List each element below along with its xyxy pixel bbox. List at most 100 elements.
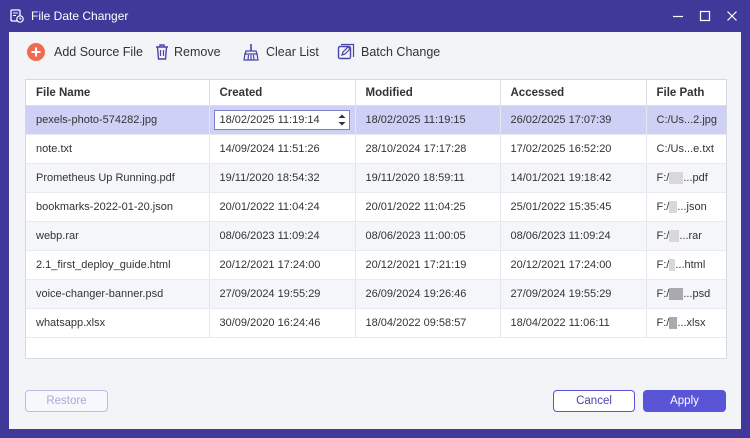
accessed-cell: 08/06/2023 11:09:24 (500, 221, 647, 251)
file-path-suffix: ...html (675, 258, 706, 271)
created-date-input[interactable]: 18/02/2025 11:19:14 (220, 114, 320, 126)
file-path-suffix: ...json (677, 200, 707, 213)
table-row[interactable]: voice-changer-banner.psd 27/09/2024 19:5… (26, 279, 726, 309)
file-path-prefix: F:/ (656, 229, 670, 242)
table-header-row: File Name Created Modified Accessed File… (26, 80, 726, 106)
column-header-accessed[interactable]: Accessed (500, 80, 647, 106)
clear-list-button[interactable]: Clear List (242, 41, 319, 63)
file-path-prefix: F:/ (656, 287, 670, 300)
created-cell: 20/12/2021 17:24:00 (209, 250, 356, 280)
file-name-cell: pexels-photo-574282.jpg (26, 105, 210, 135)
file-path-cell: F:/ ...json (646, 192, 726, 222)
table-row[interactable]: webp.rar 08/06/2023 11:09:24 08/06/2023 … (26, 221, 726, 251)
redacted-path (669, 230, 680, 243)
minimize-button[interactable] (665, 4, 691, 28)
restore-label: Restore (46, 395, 87, 407)
table-row[interactable]: bookmarks-2022-01-20.json 20/01/2022 11:… (26, 192, 726, 222)
file-path-prefix: F:/ (656, 200, 670, 213)
app-icon (10, 9, 24, 23)
column-header-created[interactable]: Created (209, 80, 356, 106)
spin-arrows-icon[interactable] (337, 112, 347, 128)
table-row[interactable]: whatsapp.xlsx 30/09/2020 16:24:46 18/04/… (26, 308, 726, 338)
accessed-cell: 20/12/2021 17:24:00 (500, 250, 647, 280)
created-cell: 14/09/2024 11:51:26 (209, 134, 356, 164)
modified-cell: 20/01/2022 11:04:25 (355, 192, 501, 222)
apply-button[interactable]: Apply (643, 390, 726, 412)
apply-label: Apply (670, 395, 699, 407)
table-row[interactable]: pexels-photo-574282.jpg 18/02/2025 11:19… (26, 105, 726, 135)
minimize-icon (673, 15, 683, 18)
file-path-cell: F:/ ...psd (646, 279, 726, 309)
file-path-suffix: ...psd (683, 287, 711, 300)
table-row[interactable]: 2.1_first_deploy_guide.html 20/12/2021 1… (26, 250, 726, 280)
file-date-changer-window: File Date Changer Add Source File Remove… (0, 0, 750, 438)
created-cell: 27/09/2024 19:55:29 (209, 279, 356, 309)
add-circle-icon (27, 43, 45, 61)
file-path-text: C:/Us...e.txt (656, 143, 714, 155)
remove-label: Remove (174, 45, 221, 59)
file-path-prefix: F:/ (656, 258, 670, 271)
file-path-cell: C:/Us...e.txt (646, 134, 726, 164)
file-path-cell: F:/ ...pdf (646, 163, 726, 193)
restore-button[interactable]: Restore (25, 390, 108, 412)
client-area: Add Source File Remove Clear List Batch … (9, 32, 741, 429)
file-name-cell: webp.rar (26, 221, 210, 251)
accessed-cell: 27/09/2024 19:55:29 (500, 279, 647, 309)
maximize-button[interactable] (692, 4, 718, 28)
column-header-file-name[interactable]: File Name (26, 80, 210, 106)
file-path-prefix: F:/ (656, 171, 670, 184)
accessed-cell: 14/01/2021 19:18:42 (500, 163, 647, 193)
file-path-suffix: ...pdf (683, 171, 708, 184)
cancel-label: Cancel (576, 395, 612, 407)
modified-cell: 28/10/2024 17:17:28 (355, 134, 501, 164)
file-path-text: C:/Us...2.jpg (656, 114, 718, 126)
redacted-path (669, 288, 684, 301)
column-header-file-path[interactable]: File Path (646, 80, 726, 106)
file-name-cell: Prometheus Up Running.pdf (26, 163, 210, 193)
file-path-cell: F:/ ...xlsx (646, 308, 726, 338)
file-path-prefix: F:/ (656, 316, 670, 329)
file-path-suffix: ...xlsx (677, 316, 706, 329)
table-row[interactable]: note.txt 14/09/2024 11:51:26 28/10/2024 … (26, 134, 726, 164)
file-name-cell: bookmarks-2022-01-20.json (26, 192, 210, 222)
batch-edit-icon (337, 43, 355, 60)
created-cell: 08/06/2023 11:09:24 (209, 221, 356, 251)
trash-icon (156, 44, 168, 60)
modified-cell: 26/09/2024 19:26:46 (355, 279, 501, 309)
accessed-cell: 17/02/2025 16:52:20 (500, 134, 647, 164)
created-cell: 19/11/2020 18:54:32 (209, 163, 356, 193)
modified-cell: 19/11/2020 18:59:11 (355, 163, 501, 193)
file-name-cell: note.txt (26, 134, 210, 164)
created-date-editor[interactable]: 18/02/2025 11:19:14 (213, 110, 350, 130)
file-table: File Name Created Modified Accessed File… (25, 79, 727, 359)
cancel-button[interactable]: Cancel (553, 390, 635, 412)
accessed-cell: 25/01/2022 15:35:45 (500, 192, 647, 222)
maximize-icon (699, 10, 711, 22)
modified-cell: 18/04/2022 09:58:57 (355, 308, 501, 338)
column-header-modified[interactable]: Modified (355, 80, 501, 106)
created-cell: 20/01/2022 11:04:24 (209, 192, 356, 222)
accessed-cell: 18/04/2022 11:06:11 (500, 308, 647, 338)
file-name-cell: whatsapp.xlsx (26, 308, 210, 338)
created-cell[interactable]: 18/02/2025 11:19:14 (209, 105, 356, 135)
close-button[interactable] (719, 4, 745, 28)
add-source-file-label: Add Source File (54, 45, 143, 59)
file-path-cell: F:/ ...rar (646, 221, 726, 251)
batch-change-label: Batch Change (361, 45, 441, 59)
modified-cell: 20/12/2021 17:21:19 (355, 250, 501, 280)
batch-change-button[interactable]: Batch Change (337, 41, 440, 63)
table-row[interactable]: Prometheus Up Running.pdf 19/11/2020 18:… (26, 163, 726, 193)
remove-button[interactable]: Remove (154, 41, 221, 63)
modified-cell: 18/02/2025 11:19:15 (355, 105, 501, 135)
file-name-cell: voice-changer-banner.psd (26, 279, 210, 309)
toolbar: Add Source File Remove Clear List Batch … (9, 32, 741, 72)
close-icon (727, 11, 737, 21)
clear-list-label: Clear List (266, 45, 319, 59)
add-source-file-button[interactable]: Add Source File (26, 41, 143, 63)
broom-icon (243, 44, 259, 61)
file-path-cell: F:/ ...html (646, 250, 726, 280)
file-path-suffix: ...rar (679, 229, 702, 242)
accessed-cell: 26/02/2025 17:07:39 (500, 105, 647, 135)
modified-cell: 08/06/2023 11:00:05 (355, 221, 501, 251)
created-cell: 30/09/2020 16:24:46 (209, 308, 356, 338)
